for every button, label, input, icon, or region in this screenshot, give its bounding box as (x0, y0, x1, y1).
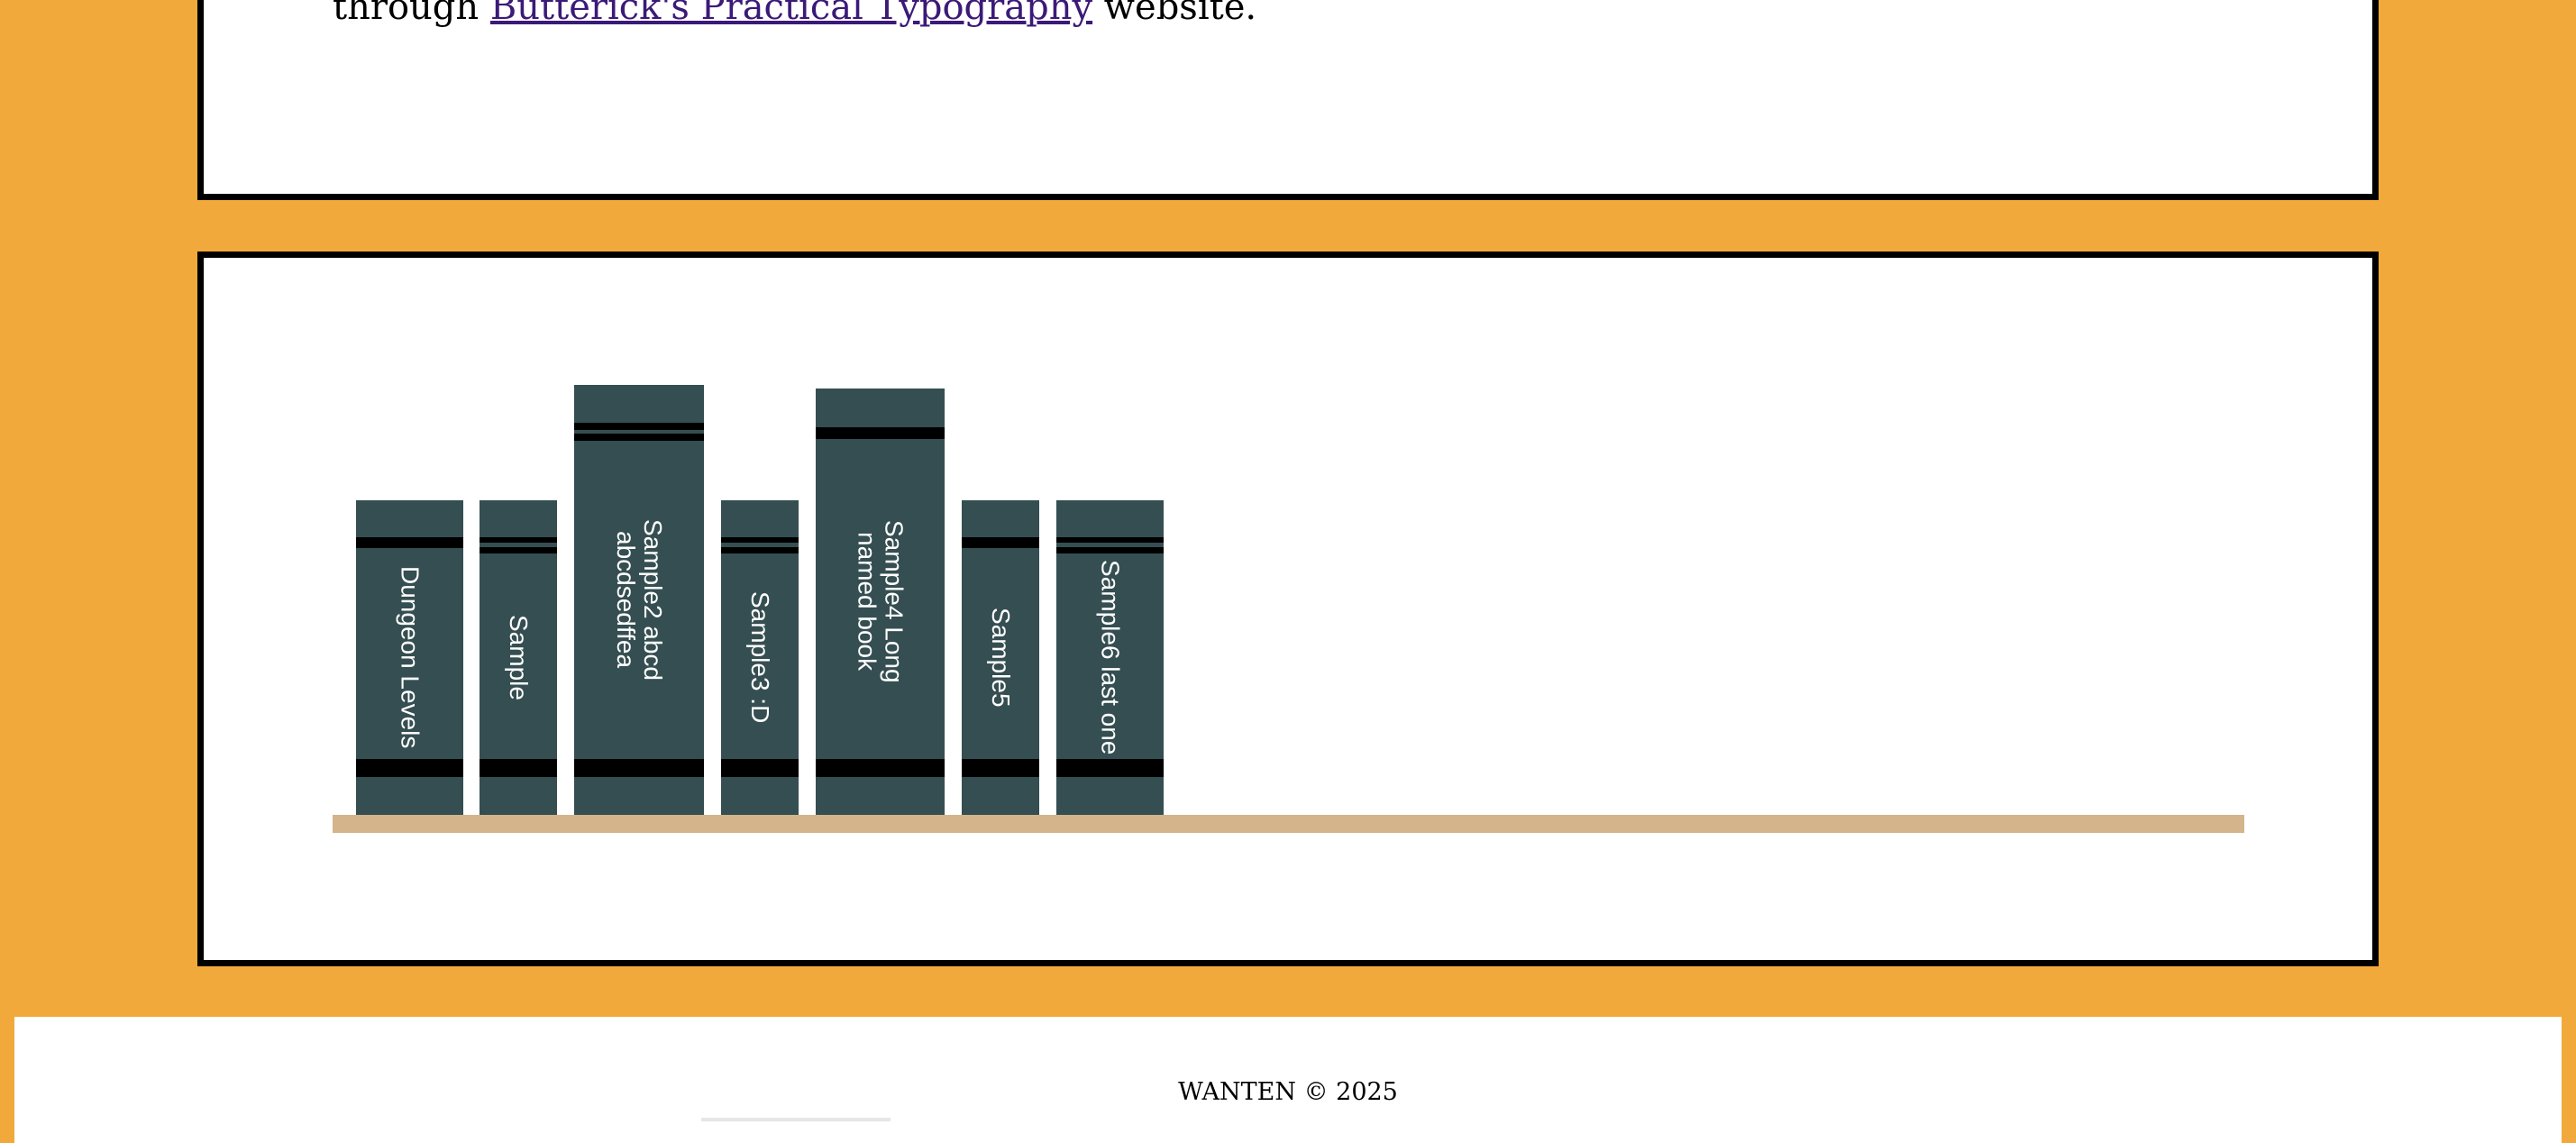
book-title: Sample6 last one (1096, 560, 1125, 755)
book-sample6[interactable]: Sample6 last one (1056, 500, 1164, 815)
intro-text: through Butterick's Practical Typography… (333, 0, 1256, 29)
book-title: Sample3 :D (746, 591, 774, 724)
typography-link[interactable]: Butterick's Practical Typography (490, 0, 1092, 28)
book-title: Sample5 (987, 608, 1015, 708)
footer-copyright: WANTEN © 2025 (1178, 1078, 1398, 1106)
book-title: Sample4 Long named book (853, 520, 909, 683)
book-sample2[interactable]: Sample2 abcd abcdsedffea (574, 385, 704, 815)
book-dungeon-levels[interactable]: Dungeon Levels (356, 500, 463, 815)
book-sample5[interactable]: Sample5 (962, 500, 1039, 815)
book-title: Sample2 abcd abcdsedffea (612, 518, 667, 681)
intro-section (197, 0, 2379, 200)
shelf-board (333, 815, 2244, 833)
book-sample4[interactable]: Sample4 Long named book (816, 389, 945, 815)
footer: WANTEN © 2025 (14, 1017, 2562, 1143)
footer-divider (701, 1118, 891, 1121)
book-title: Sample (505, 615, 533, 700)
book-title: Dungeon Levels (396, 566, 425, 749)
intro-text-after: website. (1092, 0, 1257, 28)
book-sample3[interactable]: Sample3 :D (721, 500, 799, 815)
intro-text-before: through (333, 0, 490, 28)
book-sample[interactable]: Sample (480, 500, 557, 815)
